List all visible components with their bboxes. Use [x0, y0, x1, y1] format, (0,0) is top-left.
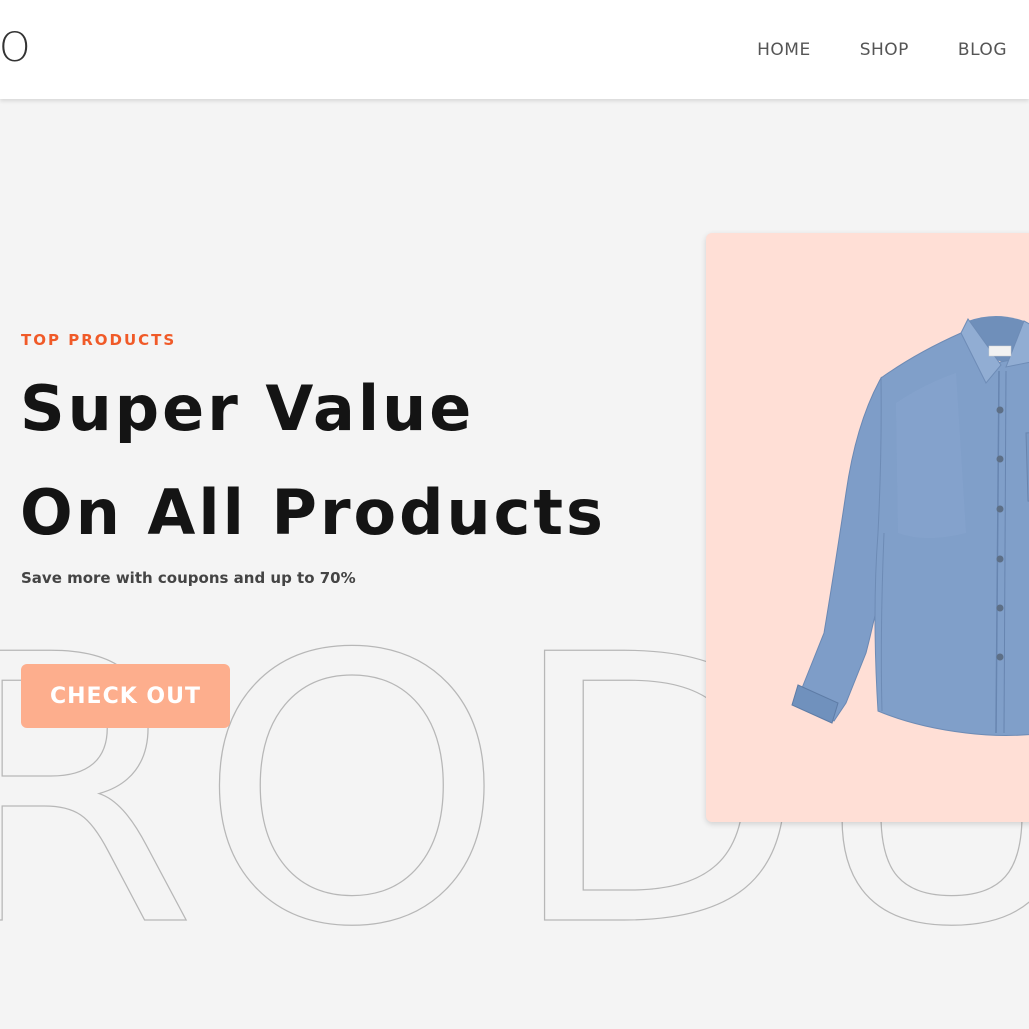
headline-line-1: Super Value: [20, 372, 475, 445]
hero-subtext: Save more with coupons and up to 70%: [21, 569, 356, 587]
product-card[interactable]: [706, 233, 1029, 822]
headline-line-2: On All Products: [20, 476, 606, 549]
page: GO HOME SHOP BLOG RODU TOP PRODUCTS Supe…: [0, 0, 1029, 1029]
main-nav: HOME SHOP BLOG: [757, 38, 1007, 62]
nav-home-link[interactable]: HOME: [757, 38, 811, 62]
nav-shop-link[interactable]: SHOP: [860, 38, 909, 62]
nav-blog-link[interactable]: BLOG: [958, 38, 1007, 62]
site-header: GO HOME SHOP BLOG: [0, 0, 1029, 99]
hero-headline: Super Value On All Products: [20, 357, 606, 565]
logo[interactable]: GO: [0, 22, 32, 74]
hero-eyebrow: TOP PRODUCTS: [21, 331, 177, 349]
denim-shirt-image: [791, 316, 1029, 736]
check-out-button[interactable]: CHECK OUT: [21, 664, 230, 728]
